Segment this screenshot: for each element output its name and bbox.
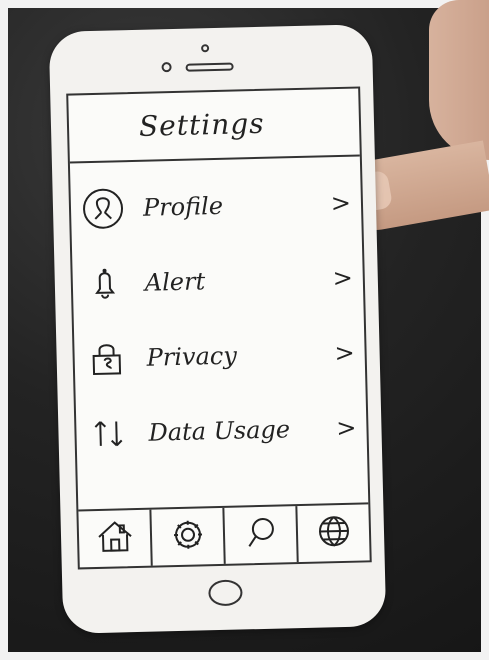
finger-upper — [429, 0, 489, 160]
settings-item-label: Profile — [142, 191, 224, 222]
settings-item-profile[interactable]: Profile > — [78, 165, 360, 247]
chevron-right-icon: > — [334, 338, 355, 367]
settings-item-label: Privacy — [146, 341, 238, 372]
lock-icon — [82, 334, 131, 383]
settings-item-data-usage[interactable]: Data Usage > — [84, 389, 366, 471]
tab-home[interactable] — [78, 509, 153, 568]
settings-item-privacy[interactable]: Privacy > — [82, 314, 364, 396]
speaker-slot — [185, 62, 234, 72]
tab-globe[interactable] — [297, 504, 369, 562]
bell-icon — [80, 259, 129, 308]
settings-item-label: Alert — [144, 266, 206, 297]
chevron-right-icon: > — [330, 188, 352, 217]
data-usage-icon — [84, 409, 133, 458]
tab-bar — [78, 502, 370, 568]
home-button[interactable] — [208, 579, 243, 607]
profile-icon — [78, 184, 127, 233]
title-bar: Settings — [68, 88, 360, 164]
globe-icon — [311, 510, 356, 556]
settings-item-label: Data Usage — [148, 414, 291, 447]
gear-icon — [165, 514, 210, 560]
camera-dot — [201, 44, 210, 53]
home-icon — [92, 516, 137, 562]
chevron-right-icon: > — [332, 263, 354, 292]
paper-phone: Settings Profile > Alert > Privacy > Dat… — [48, 24, 387, 634]
tab-settings[interactable] — [151, 507, 226, 566]
chevron-right-icon: > — [335, 413, 357, 442]
settings-item-alert[interactable]: Alert > — [80, 239, 362, 321]
page-title: Settings — [138, 106, 265, 143]
settings-list: Profile > Alert > Privacy > Data Usage > — [78, 165, 365, 472]
tab-search[interactable] — [224, 506, 299, 564]
search-icon — [238, 512, 283, 558]
phone-screen: Settings Profile > Alert > Privacy > Dat… — [66, 86, 372, 570]
sensor-dot — [161, 62, 172, 73]
